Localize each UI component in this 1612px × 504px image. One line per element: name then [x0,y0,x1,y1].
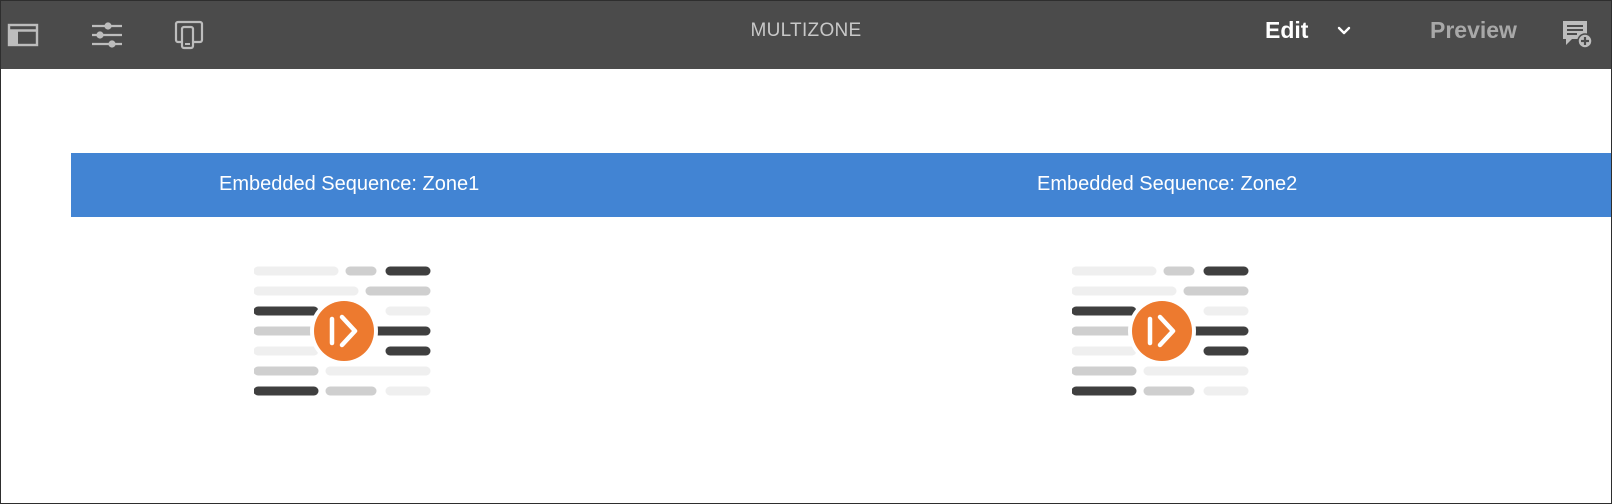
page-title: MULTIZONE [750,20,862,41]
annotations-button[interactable] [1557,15,1597,55]
zone-header-bar: Embedded Sequence: Zone1 Embedded Sequen… [71,153,1611,217]
embedded-sequence-placeholder-icon[interactable] [1072,259,1252,409]
annotations-icon [1563,21,1593,49]
top-toolbar: MULTIZONE Edit Preview [1,1,1611,69]
chevron-down-icon[interactable] [1332,19,1356,43]
zone2-label[interactable]: Embedded Sequence: Zone2 [1037,173,1297,196]
embedded-sequence-placeholder-icon[interactable] [254,259,434,409]
zone1-label[interactable]: Embedded Sequence: Zone1 [219,173,479,196]
edit-mode-button[interactable]: Edit [1265,17,1308,44]
editor-window: MULTIZONE Edit Preview Embedded Sequence… [0,0,1612,504]
preview-button[interactable]: Preview [1430,17,1517,44]
